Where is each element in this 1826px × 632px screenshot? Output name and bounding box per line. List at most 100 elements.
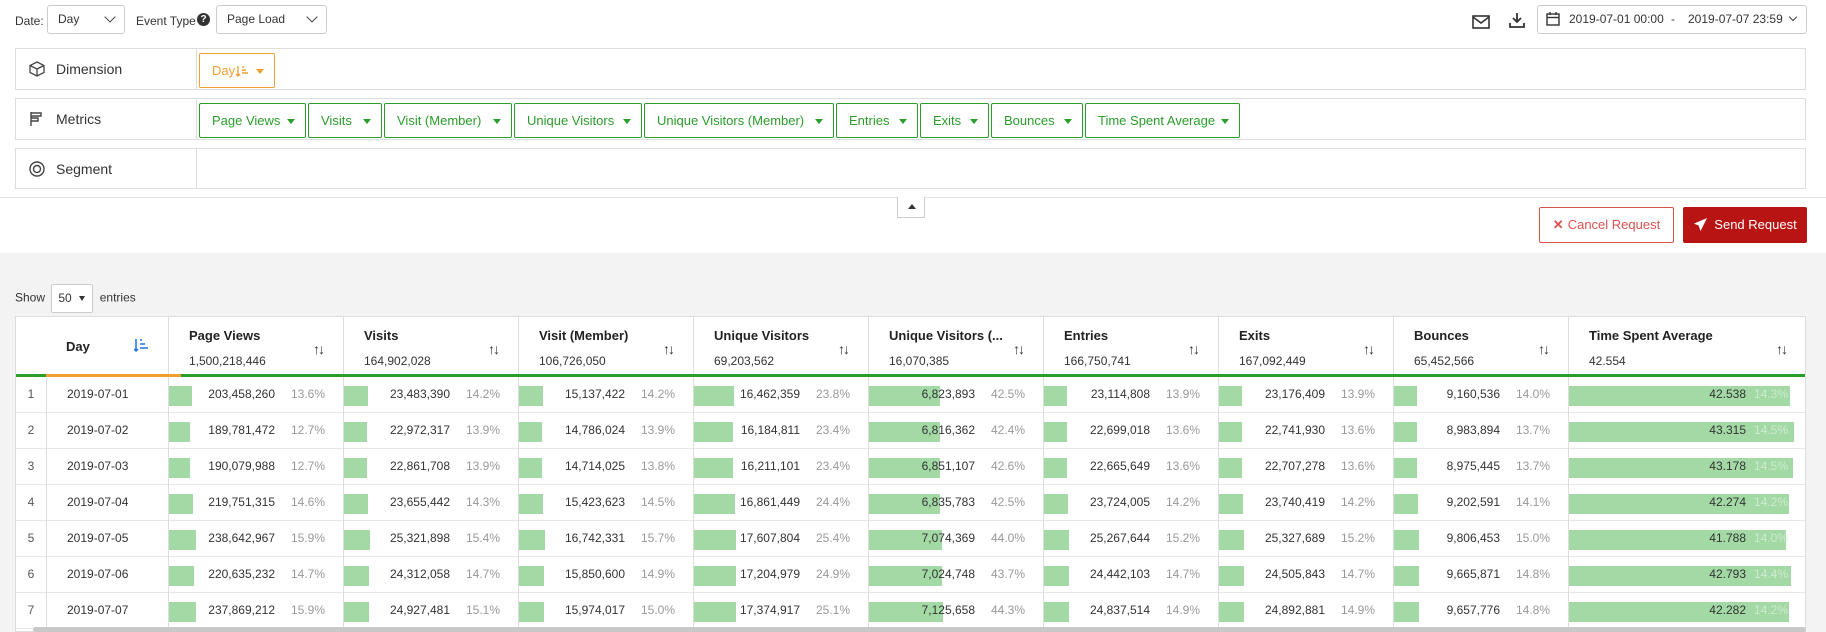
help-icon[interactable]: ? [197,13,210,26]
metric-percent: 15.0% [641,603,676,617]
download-icon[interactable] [1507,10,1527,30]
entries-select[interactable]: 50 [51,284,94,313]
share-bar [519,530,545,550]
column-header[interactable]: Unique Visitors 69,203,562 ↑↓ [694,317,869,375]
share-bar [344,602,369,622]
metric-chip-unique-visitors[interactable]: Unique Visitors [514,103,642,138]
share-bar [169,458,190,478]
sort-icon[interactable]: ↑↓ [1188,341,1200,357]
metric-value: 6,823,893 [921,387,975,401]
date-range-start: 2019-07-01 00:00 [1569,12,1664,26]
metric-value: 7,125,658 [921,603,975,617]
collapse-panel-button[interactable] [897,197,925,218]
horizontal-scrollbar[interactable] [33,627,1806,632]
metric-chip-label: Unique Visitors [527,113,615,128]
segment-drop-area[interactable] [198,149,1805,188]
row-index: 6 [27,567,35,581]
metric-cell: 25,321,898 15.4% [344,521,519,557]
metric-percent: 14.8% [1516,567,1551,581]
event-type-select[interactable]: Page Load [216,5,327,34]
metric-chip-visit-member[interactable]: Visit (Member) [384,103,512,138]
share-bar [1044,458,1067,478]
share-bar [169,386,192,406]
sort-icon[interactable]: ↑↓ [663,341,675,357]
column-total: 69,203,562 [714,354,775,368]
column-header-label: Time Spent Average [1589,328,1713,343]
metric-chip-entries[interactable]: Entries [836,103,918,138]
metric-cell: 25,327,689 15.2% [1219,521,1394,557]
column-header-day[interactable]: Day [16,317,169,375]
share-bar [519,422,542,442]
share-bar [519,494,543,514]
day-value: 2019-07-05 [67,531,129,545]
metric-cell: 219,751,315 14.6% [169,485,344,521]
metric-value: 189,781,472 [208,423,275,437]
share-bar [1394,530,1419,550]
date-range-end: 2019-07-07 23:59 [1688,12,1783,26]
metric-percent: 14.2% [1341,495,1376,509]
metric-value: 24,442,103 [1089,567,1150,581]
metric-cell: 238,642,967 15.9% [169,521,344,557]
metric-value: 6,816,362 [921,423,975,437]
metric-cell: 16,462,359 23.8% [694,377,869,413]
metric-cell: 23,483,390 14.2% [344,377,519,413]
column-total: 164,902,028 [364,354,431,368]
send-request-button[interactable]: Send Request [1683,207,1807,243]
sort-icon[interactable]: ↑↓ [1538,341,1550,357]
metric-chip-bounces[interactable]: Bounces [991,103,1083,138]
caret-down-icon [493,119,501,124]
metric-percent: 14.4% [1754,567,1789,581]
column-header[interactable]: Visit (Member) 106,726,050 ↑↓ [519,317,694,375]
cancel-request-button[interactable]: ✕ Cancel Request [1539,207,1674,243]
column-total: 16,070,385 [889,354,950,368]
metric-chip-time-spent-average[interactable]: Time Spent Average [1085,103,1240,138]
sort-icon[interactable]: ↑↓ [1013,341,1025,357]
column-header[interactable]: Time Spent Average 42.554 ↑↓ [1569,317,1805,375]
date-label: Date: [15,14,44,28]
metric-value: 17,204,979 [739,567,800,581]
metric-percent: 14.0% [1754,531,1789,545]
sort-icon[interactable]: ↑↓ [1363,341,1375,357]
segment-header: Segment [16,149,197,188]
metric-value: 23,655,442 [389,495,450,509]
sort-icon[interactable]: ↑↓ [313,341,325,357]
column-header[interactable]: Entries 166,750,741 ↑↓ [1044,317,1219,375]
metric-value: 9,202,591 [1446,495,1500,509]
metric-chip-exits[interactable]: Exits [920,103,989,138]
sort-icon[interactable]: ↑↓ [1776,341,1788,357]
metric-cell: 42.274 14.2% [1569,485,1805,521]
sort-icon[interactable]: ↑↓ [838,341,850,357]
metric-percent: 13.9% [641,423,676,437]
dimension-chip-day[interactable]: Day [199,53,275,88]
share-bar [1394,458,1417,478]
caret-down-icon [1064,119,1072,124]
metric-percent: 14.2% [1754,495,1789,509]
metric-cell: 24,892,881 14.9% [1219,593,1394,629]
mail-icon[interactable] [1471,12,1491,32]
caret-down-icon [815,119,823,124]
segment-row: Segment [15,148,1806,189]
metric-percent: 14.8% [1516,603,1551,617]
column-header[interactable]: Bounces 65,452,566 ↑↓ [1394,317,1569,375]
share-bar [519,566,544,586]
metric-cell: 24,505,843 14.7% [1219,557,1394,593]
dimension-chip-label: Day [212,63,236,78]
metric-percent: 42.4% [991,423,1026,437]
metric-value: 16,211,101 [740,459,800,473]
metric-chip-visits[interactable]: Visits [308,103,382,138]
column-header[interactable]: Unique Visitors (... 16,070,385 ↑↓ [869,317,1044,375]
row-index: 1 [27,387,35,401]
date-select[interactable]: Day [47,5,125,34]
column-header[interactable]: Visits 164,902,028 ↑↓ [344,317,519,375]
metric-percent: 25.4% [816,531,851,545]
date-range-picker[interactable]: 2019-07-01 00:00 - 2019-07-07 23:59 [1537,5,1807,34]
metric-cell: 24,927,481 15.1% [344,593,519,629]
column-header[interactable]: Exits 167,092,449 ↑↓ [1219,317,1394,375]
metric-chip-page-views[interactable]: Page Views [199,103,306,138]
column-header[interactable]: Page Views 1,500,218,446 ↑↓ [169,317,344,375]
metric-value: 7,074,369 [921,531,975,545]
metric-chip-unique-visitors-member[interactable]: Unique Visitors (Member) [644,103,834,138]
sort-icon[interactable]: ↑↓ [488,341,500,357]
data-table: Day Page Views 1,500,218,446 ↑↓ Visits 164,90… [15,316,1806,632]
metric-percent: 14.2% [466,387,501,401]
